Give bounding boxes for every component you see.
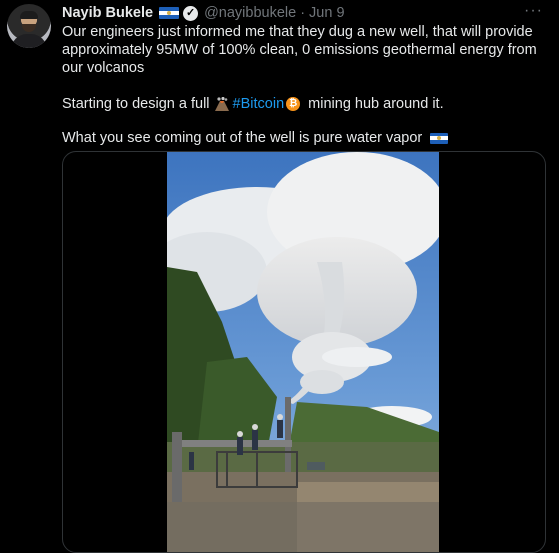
author-handle[interactable]: @nayibbukele <box>204 5 296 21</box>
avatar-body <box>11 34 47 48</box>
avatar-beard <box>22 24 36 32</box>
paragraph-2-start: Starting to design a full <box>62 96 210 112</box>
tweet-paragraph-2: Starting to design a full #Bitcoin ₿ mini… <box>62 95 552 113</box>
avatar[interactable] <box>7 4 51 48</box>
bitcoin-icon: ₿ <box>286 97 301 112</box>
paragraph-3-text: What you see coming out of the well is p… <box>62 130 423 146</box>
volcano-icon <box>214 97 229 112</box>
tweet-date[interactable]: Jun 9 <box>309 5 344 21</box>
avatar-hair <box>20 11 38 19</box>
geothermal-well-image <box>167 152 439 552</box>
tweet-header: Nayib Bukele ✓ @nayibbukele · Jun 9 <box>62 4 345 22</box>
tweet-text: Our engineers just informed me that they… <box>62 23 552 147</box>
tweet-paragraph-1: Our engineers just informed me that they… <box>62 24 537 76</box>
video-frame[interactable] <box>167 152 439 552</box>
author-name[interactable]: Nayib Bukele <box>62 5 153 21</box>
header-separator: · <box>300 5 306 21</box>
more-options-icon[interactable]: ··· <box>524 2 543 20</box>
verified-badge-icon: ✓ <box>183 5 199 21</box>
hashtag-bitcoin[interactable]: #Bitcoin <box>233 96 285 112</box>
el-salvador-flag-icon <box>430 132 449 144</box>
tweet-video[interactable] <box>62 151 546 553</box>
paragraph-2-end: mining hub around it. <box>308 96 444 112</box>
el-salvador-flag-icon <box>159 7 180 19</box>
tweet[interactable]: Nayib Bukele ✓ @nayibbukele · Jun 9 ··· … <box>0 0 559 553</box>
tweet-paragraph-3: What you see coming out of the well is p… <box>62 129 552 147</box>
